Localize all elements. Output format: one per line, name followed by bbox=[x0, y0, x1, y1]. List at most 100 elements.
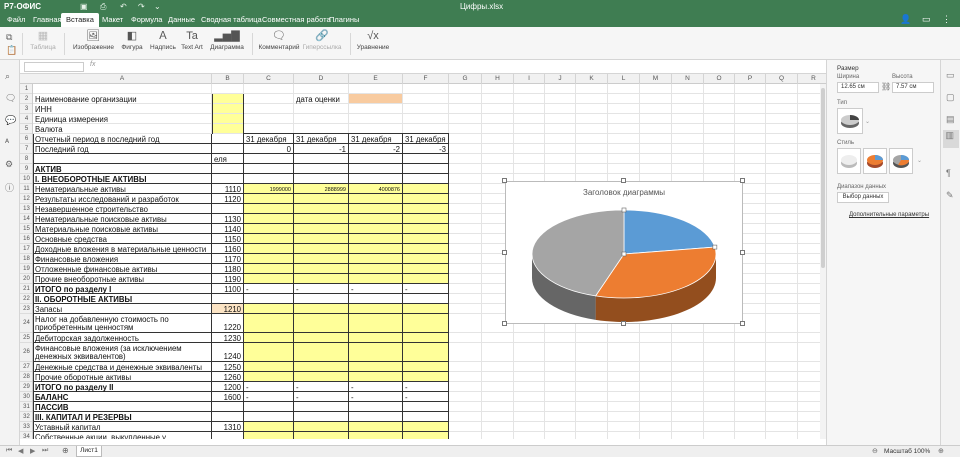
tab-layout[interactable]: Макет bbox=[97, 13, 128, 27]
tab-formula[interactable]: Формула bbox=[126, 13, 167, 27]
cell-a6[interactable]: Отчетный период в последний год bbox=[35, 135, 160, 144]
cell-b28[interactable]: 1260 bbox=[212, 373, 241, 382]
cell-a26b[interactable]: денежных эквивалентов) bbox=[35, 352, 126, 361]
cell-dash[interactable]: - bbox=[296, 383, 299, 392]
image-settings-icon[interactable]: ▤ bbox=[946, 114, 955, 125]
fx-icon[interactable]: fx bbox=[90, 61, 95, 68]
cell-a24b[interactable]: приобретенным ценностям bbox=[35, 323, 133, 332]
cell-b24[interactable]: 1220 bbox=[212, 323, 241, 332]
row-header[interactable]: 16 bbox=[20, 234, 32, 244]
chart-settings-icon[interactable]: ▥ bbox=[943, 130, 959, 148]
cell-d2[interactable]: дата оценки bbox=[296, 95, 340, 104]
chat-icon[interactable]: 💬 bbox=[5, 115, 16, 126]
resize-handle[interactable] bbox=[502, 178, 507, 183]
cell-b17[interactable]: 1160 bbox=[212, 245, 241, 254]
undo-icon[interactable]: ↶ bbox=[120, 2, 127, 11]
series-handle[interactable] bbox=[621, 251, 627, 257]
tab-data[interactable]: Данные bbox=[163, 13, 200, 27]
cell-dash[interactable]: - bbox=[246, 383, 249, 392]
cell-a31[interactable]: ПАССИВ bbox=[35, 403, 69, 412]
cell-a12[interactable]: Результаты исследований и разработок bbox=[35, 195, 179, 204]
spellcheck-icon[interactable]: ᴬ bbox=[5, 137, 9, 147]
cell-a7[interactable]: Последний год bbox=[35, 145, 89, 154]
row-header[interactable]: 20 bbox=[20, 274, 32, 284]
row-header[interactable]: 9 bbox=[20, 164, 32, 174]
cell-c7[interactable]: 0 bbox=[244, 145, 291, 154]
style-option[interactable] bbox=[863, 148, 887, 174]
link-aspect-icon[interactable]: ⛓ bbox=[881, 82, 891, 91]
cell-b26[interactable]: 1240 bbox=[212, 352, 241, 361]
cell-e11[interactable]: 4000876 bbox=[349, 186, 400, 195]
cell-b12[interactable]: 1120 bbox=[212, 195, 241, 204]
text-settings-icon[interactable]: ¶ bbox=[946, 168, 951, 178]
row-header[interactable]: 33 bbox=[20, 422, 32, 432]
more-icon[interactable]: ⋮ bbox=[942, 14, 951, 25]
row-header[interactable]: 15 bbox=[20, 224, 32, 234]
column-header[interactable]: F bbox=[403, 74, 449, 84]
cell-a28[interactable]: Прочие оборотные активы bbox=[35, 373, 131, 382]
plugins-icon[interactable]: ⚙ bbox=[5, 159, 13, 170]
signature-icon[interactable]: ✎ bbox=[946, 190, 954, 201]
cell-a18[interactable]: Финансовые вложения bbox=[35, 255, 118, 264]
row-header[interactable]: 5 bbox=[20, 124, 32, 134]
row-header[interactable]: 29 bbox=[20, 382, 32, 392]
select-data-button[interactable]: Выбор данных bbox=[837, 192, 889, 203]
row-header[interactable]: 34 bbox=[20, 432, 32, 439]
cell-b21[interactable]: 1100 bbox=[212, 285, 241, 294]
cell-b11[interactable]: 1110 bbox=[212, 185, 241, 194]
cell-dash[interactable]: - bbox=[246, 393, 249, 402]
cell-dash[interactable]: - bbox=[405, 383, 408, 392]
row-header[interactable]: 11 bbox=[20, 184, 32, 194]
chart-button[interactable]: ▂▅▇ Диаграмма bbox=[209, 30, 245, 51]
cell-d11[interactable]: 2888999 bbox=[294, 186, 346, 195]
cell-a10[interactable]: I. ВНЕОБОРОТНЫЕ АКТИВЫ bbox=[35, 175, 146, 184]
cell-a27[interactable]: Денежные средства и денежные эквиваленты bbox=[35, 363, 202, 372]
row-header[interactable]: 25 bbox=[20, 333, 32, 343]
column-header[interactable]: N bbox=[672, 74, 704, 84]
cell-a2[interactable]: Наименование организации bbox=[35, 95, 137, 104]
chevron-down-icon[interactable]: ⌄ bbox=[154, 2, 161, 11]
comment-button[interactable]: 🗨 Комментарий bbox=[258, 30, 300, 51]
cell-f7[interactable]: -3 bbox=[403, 145, 446, 154]
row-header[interactable]: 12 bbox=[20, 194, 32, 204]
row-header[interactable]: 2 bbox=[20, 94, 32, 104]
equation-button[interactable]: √x Уравнение bbox=[356, 30, 390, 51]
cell-a32[interactable]: III. КАПИТАЛ И РЕЗЕРВЫ bbox=[35, 413, 132, 422]
row-header[interactable]: 8 bbox=[20, 154, 32, 164]
cell-dash[interactable]: - bbox=[351, 285, 354, 294]
cell-settings-icon[interactable]: ▭ bbox=[946, 70, 955, 81]
column-header[interactable]: K bbox=[576, 74, 608, 84]
column-header[interactable]: J bbox=[545, 74, 576, 84]
sheet-tab[interactable]: Лист1 bbox=[76, 446, 102, 457]
column-header[interactable]: D bbox=[294, 74, 349, 84]
cell-c6[interactable]: 31 декабря bbox=[246, 135, 287, 144]
comments-icon[interactable]: 🗨 bbox=[5, 93, 16, 104]
column-header[interactable]: M bbox=[640, 74, 672, 84]
cell-a25[interactable]: Дебиторская задолженность bbox=[35, 334, 139, 343]
row-header[interactable]: 4 bbox=[20, 114, 32, 124]
tab-file[interactable]: Файл bbox=[2, 13, 30, 27]
cell-a14[interactable]: Нематериальные поисковые активы bbox=[35, 215, 167, 224]
row-header[interactable]: 32 bbox=[20, 412, 32, 422]
cell-a33[interactable]: Уставный капитал bbox=[35, 423, 101, 432]
search-icon[interactable]: ⌕ bbox=[5, 71, 10, 82]
row-header[interactable]: 24 bbox=[20, 314, 32, 333]
column-header[interactable]: C bbox=[244, 74, 294, 84]
row-header[interactable]: 17 bbox=[20, 244, 32, 254]
resize-handle[interactable] bbox=[740, 249, 745, 255]
row-header[interactable]: 26 bbox=[20, 343, 32, 362]
series-handle[interactable] bbox=[621, 207, 627, 213]
cell-b14[interactable]: 1130 bbox=[212, 215, 241, 224]
hyperlink-button[interactable]: 🔗 Гиперссылка bbox=[302, 30, 342, 51]
style-option[interactable] bbox=[889, 148, 913, 174]
column-header[interactable]: Q bbox=[766, 74, 798, 84]
tab-plugins[interactable]: Плагины bbox=[324, 13, 364, 27]
cell-b18[interactable]: 1170 bbox=[212, 255, 241, 264]
cell-b15[interactable]: 1140 bbox=[212, 225, 241, 234]
cell-dash[interactable]: - bbox=[296, 393, 299, 402]
copy-icon[interactable]: ⧉ bbox=[6, 32, 12, 43]
row-header[interactable]: 21 bbox=[20, 284, 32, 294]
cell-b29[interactable]: 1200 bbox=[212, 383, 241, 392]
cell-a9[interactable]: АКТИВ bbox=[35, 165, 62, 174]
width-input[interactable]: 12.65 см bbox=[837, 82, 879, 93]
